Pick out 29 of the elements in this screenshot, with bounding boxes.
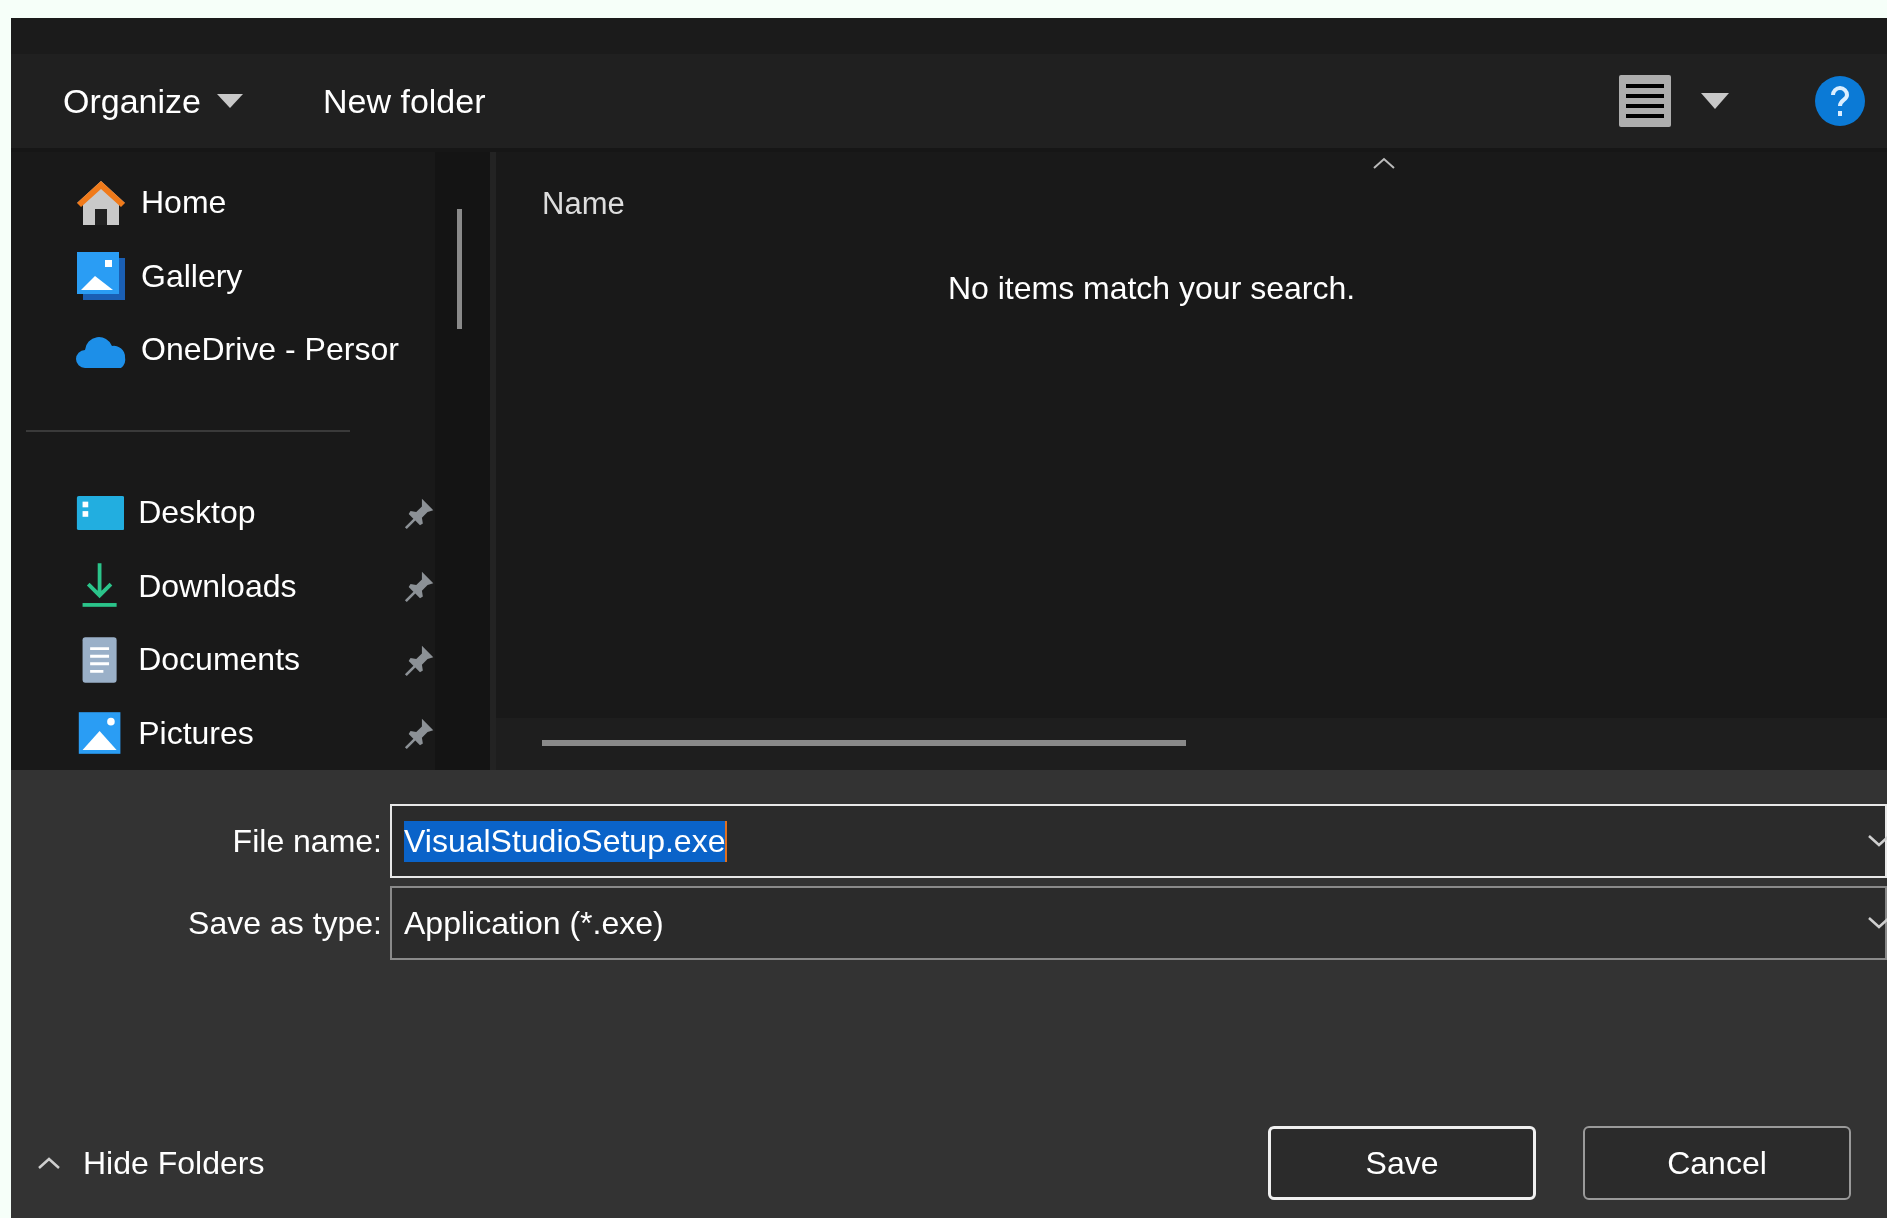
field-label: File name:	[231, 822, 383, 860]
sort-caret-icon	[1372, 156, 1396, 170]
save-button[interactable]: Save	[1268, 1126, 1536, 1200]
chevron-down-icon	[1867, 916, 1887, 930]
cancel-button[interactable]: Cancel	[1583, 1126, 1851, 1200]
file-name-field[interactable]: VisualStudioSetup.exe	[390, 804, 1887, 878]
chevron-down-icon	[1867, 834, 1887, 848]
sidebar-item[interactable]: Gallery	[11, 239, 435, 313]
scrollbar-thumb[interactable]	[457, 209, 462, 329]
sidebar-item[interactable]: Downloads	[11, 549, 435, 624]
caret-icon	[216, 94, 243, 108]
organize-button[interactable]: Organize	[53, 75, 253, 127]
caret-icon[interactable]	[1701, 93, 1729, 109]
column-header[interactable]: Name	[542, 186, 625, 222]
gallery-icon	[75, 250, 127, 303]
sidebar-item[interactable]: Pictures	[11, 696, 435, 770]
file-type-dropdown[interactable]: Application (*.exe)	[390, 886, 1887, 960]
scrollbar-thumb[interactable]	[542, 740, 1186, 746]
sidebar-item[interactable]: Home	[11, 166, 435, 240]
empty-message: No items match your search.	[946, 270, 1357, 307]
field-label: Save as type:	[187, 904, 383, 942]
list-view-icon[interactable]	[1619, 75, 1671, 127]
sidebar-item[interactable]: Desktop	[11, 476, 435, 550]
sidebar-item[interactable]: Documents	[11, 623, 435, 697]
chevron-up-icon	[37, 1156, 61, 1170]
help-icon[interactable]	[1815, 76, 1865, 126]
new-folder-button[interactable]: New folder	[312, 75, 496, 127]
hide-folders-button[interactable]: Hide Folders	[33, 1140, 269, 1186]
sidebar-item[interactable]: OneDrive - Persor	[11, 312, 435, 387]
